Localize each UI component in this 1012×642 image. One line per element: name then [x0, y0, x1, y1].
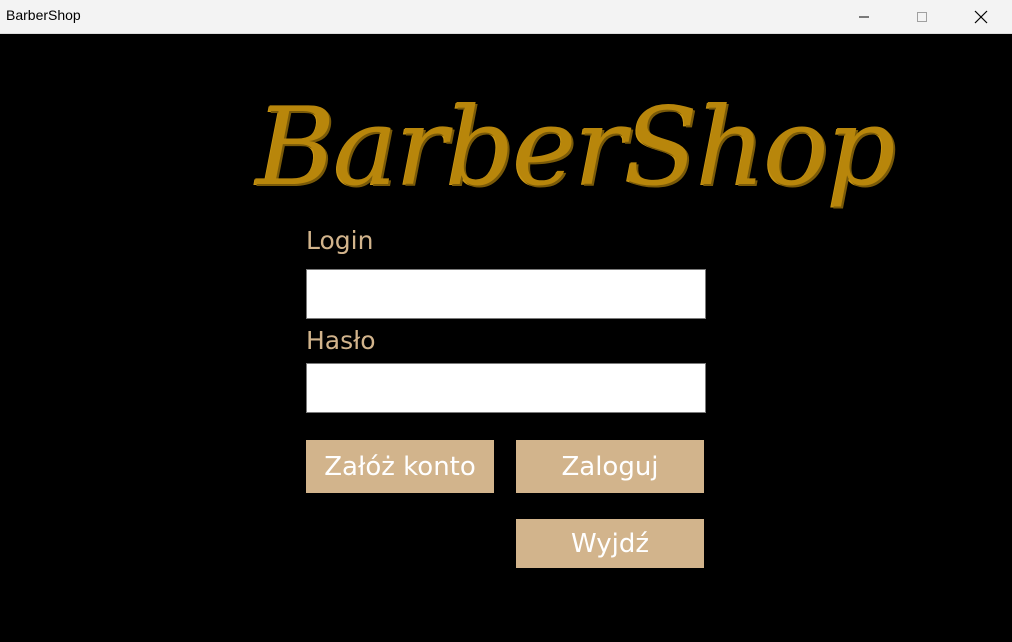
app-window: BarberShop BarberShop Login Hasło Załóż …	[0, 0, 1012, 642]
password-input[interactable]	[306, 363, 706, 413]
close-icon	[974, 10, 988, 23]
maximize-icon	[917, 11, 927, 22]
minimize-button[interactable]	[835, 0, 893, 33]
maximize-button[interactable]	[893, 0, 951, 33]
minimize-icon	[859, 16, 869, 17]
exit-button[interactable]: Wyjdź	[516, 519, 704, 568]
login-button[interactable]: Zaloguj	[516, 440, 704, 493]
login-input[interactable]	[306, 269, 706, 319]
login-label: Login	[306, 226, 374, 255]
password-label: Hasło	[306, 326, 376, 355]
close-button[interactable]	[952, 0, 1010, 33]
title-bar[interactable]: BarberShop	[0, 0, 1012, 34]
register-button[interactable]: Załóż konto	[306, 440, 494, 493]
window-title: BarberShop	[6, 7, 81, 23]
barbershop-logo: BarberShop	[256, 85, 896, 210]
